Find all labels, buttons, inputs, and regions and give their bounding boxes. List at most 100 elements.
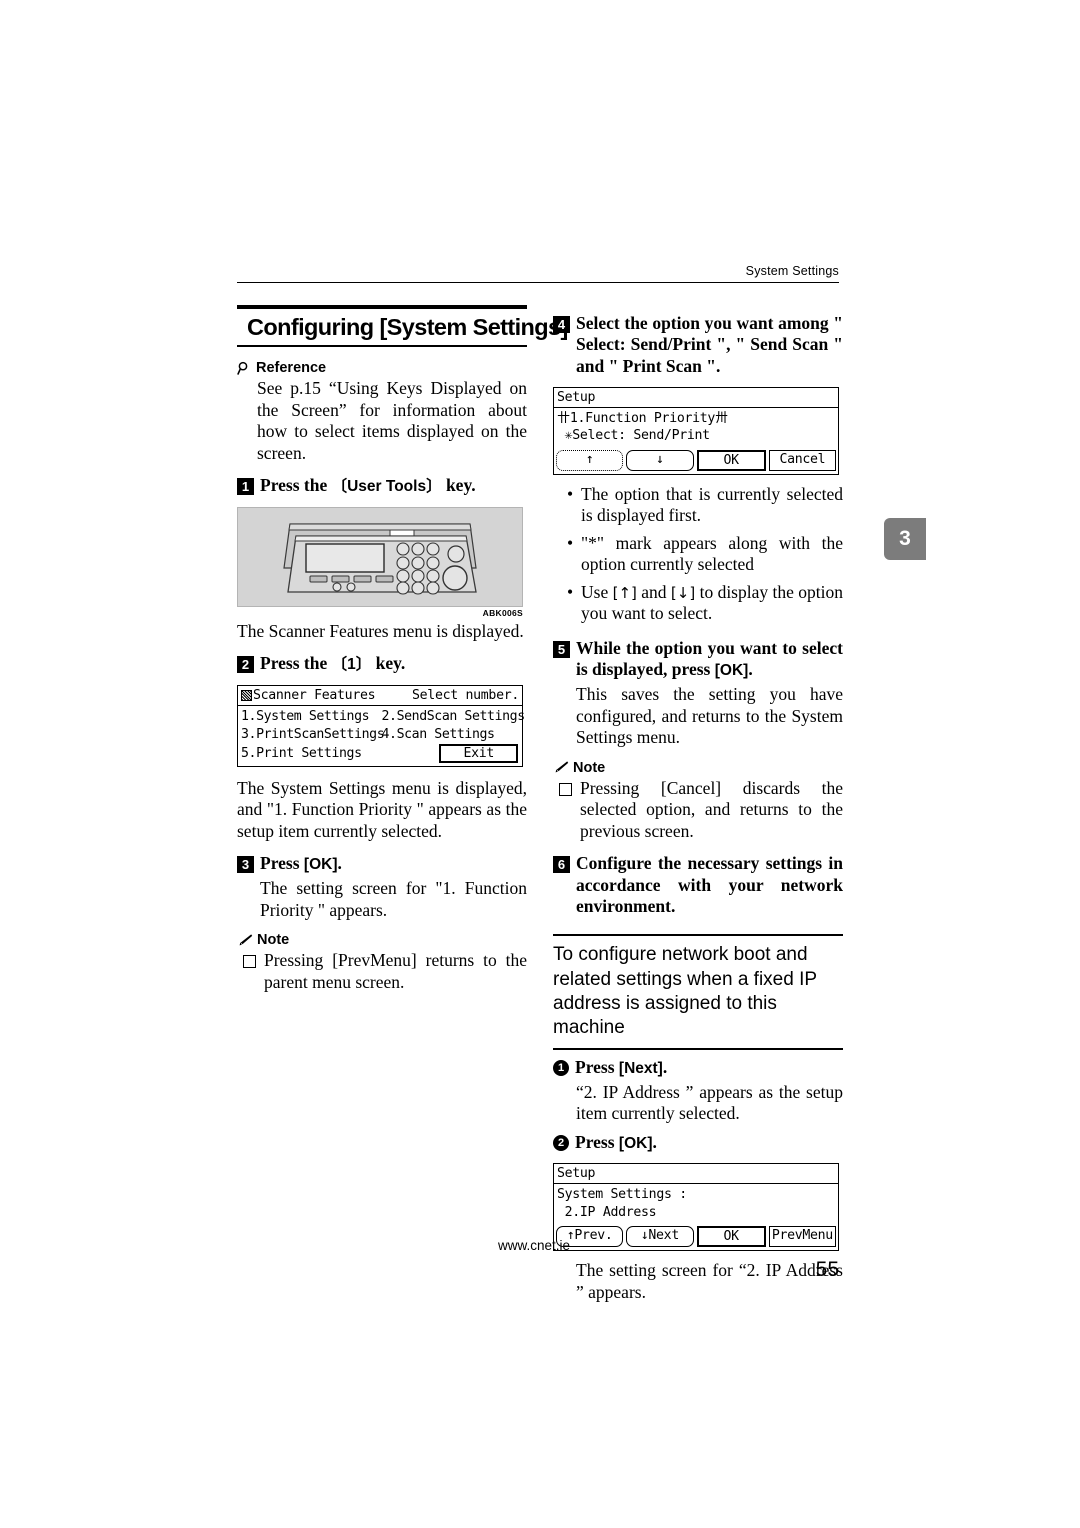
lcd-menu-item[interactable]: 3.PrintScanSettings xyxy=(241,726,385,744)
lcd-line-menu-name: System Settings : xyxy=(557,1187,687,1203)
key-label: [↓] xyxy=(670,583,696,602)
step-2-result: The System Settings menu is displayed, a… xyxy=(237,777,527,841)
key-label: [OK] xyxy=(303,856,338,874)
step-text: Press [OK]. xyxy=(260,853,342,874)
lcd-title-bar: Setup xyxy=(554,388,838,409)
lcd-menu-item[interactable]: 4.Scan Settings xyxy=(382,726,523,744)
lcd-line-setting-name: 〹1.Function Priority〺 xyxy=(557,411,728,427)
lcd-content: 〹1.Function Priority〺 ✳Select: Send/Prin… xyxy=(554,408,838,448)
note-label: Note xyxy=(257,932,290,949)
lcd-setup-ip-address: Setup System Settings : 2.IP Address ↑Pr… xyxy=(553,1163,839,1252)
step-number: 5 xyxy=(553,640,570,658)
lcd-line-selected-item: 2.IP Address xyxy=(557,1204,657,1220)
lcd-menu-row: 1.System Settings 2.SendScan Settings xyxy=(241,708,526,726)
note-bullet-icon xyxy=(559,782,572,796)
step-number: 2 xyxy=(237,656,254,674)
step-number: 1 xyxy=(237,478,254,496)
header-rule xyxy=(237,282,839,283)
reference-body: See p.15 “Using Keys Displayed on the Sc… xyxy=(257,378,527,463)
key-label: [↑] xyxy=(612,583,637,602)
chapter-tab: 3 xyxy=(884,518,926,560)
substep-2: 2 Press [OK]. xyxy=(553,1132,843,1154)
lcd-menu-item[interactable]: 5.Print Settings xyxy=(241,746,382,761)
exit-button[interactable]: Exit xyxy=(439,743,518,763)
pencil-icon xyxy=(237,933,253,948)
manual-page: System Settings 3 Configuring [System Se… xyxy=(0,0,1080,1528)
lcd-title-bar: Scanner Features Select number. xyxy=(238,686,522,707)
magnifier-icon xyxy=(237,361,252,376)
scroll-down-button[interactable]: ↓ xyxy=(626,449,694,471)
menu-icon xyxy=(241,690,252,702)
section-title-block: Configuring [System Settings] xyxy=(237,305,568,347)
ok-button[interactable]: OK xyxy=(696,1226,766,1248)
note-block-right: Note Pressing [Cancel] discards the sele… xyxy=(553,760,843,843)
step-number: 3 xyxy=(237,856,254,874)
right-column: 4 Select the option you want among " Sel… xyxy=(553,305,843,1303)
lcd-title-bar: Setup xyxy=(554,1164,838,1185)
step-3-result: The setting screen for "1. Function Prio… xyxy=(260,878,527,920)
bullet-icon: • xyxy=(567,581,574,602)
lcd-menu-item[interactable]: 2.SendScan Settings xyxy=(382,708,526,726)
list-item: • "*" mark appears along with the option… xyxy=(567,533,843,576)
reference-label: Reference xyxy=(256,360,327,376)
substep-text: Press [Next]. xyxy=(575,1056,668,1077)
subsection-title: To configure network boot and related se… xyxy=(553,944,817,1039)
lcd-content: System Settings : 2.IP Address xyxy=(554,1184,838,1224)
step-1: 1 Press the 〔User Tools〕 key. xyxy=(237,475,527,497)
title-rule-bottom xyxy=(237,345,527,347)
bullet-list: • The option that is currently selected … xyxy=(567,484,843,625)
scroll-up-button[interactable]: ↑ xyxy=(556,449,624,471)
note-text: Pressing [PrevMenu] returns to the paren… xyxy=(264,950,528,992)
note-text: Pressing [Cancel] discards the selected … xyxy=(580,777,844,841)
key-label: [Cancel] xyxy=(660,777,722,798)
bullet-text: The option that is currently selected is… xyxy=(581,483,843,526)
lcd-menu-row: 3.PrintScanSettings 4.Scan Settings xyxy=(241,726,522,744)
step-text: Press the 〔User Tools〕 key. xyxy=(260,475,476,496)
key-label: [OK] xyxy=(618,1134,653,1152)
step-text: Configure the necessary settings in acco… xyxy=(576,853,843,916)
step-number: 6 xyxy=(553,856,570,874)
key-label: 〔1〕 xyxy=(331,656,372,674)
page-title: Configuring [System Settings] xyxy=(247,314,568,340)
reference-heading: Reference xyxy=(237,360,527,376)
subsection-block: To configure network boot and related se… xyxy=(553,934,843,1050)
page-number: 55 xyxy=(815,1258,839,1281)
subsection-rule-bottom xyxy=(553,1047,843,1050)
list-item: • Use [↑] and [↓] to display the option … xyxy=(567,582,843,625)
substep-number: 1 xyxy=(553,1059,569,1076)
running-header: System Settings xyxy=(745,264,839,278)
step-5: 5 While the option you want to select is… xyxy=(553,638,843,681)
lcd-menu-item[interactable]: 1.System Settings xyxy=(241,708,382,726)
footer-url: www.cnet.ie xyxy=(498,1238,571,1253)
lcd-setup-function-priority: Setup 〹1.Function Priority〺 ✳Select: Sen… xyxy=(553,387,839,475)
step-text: Select the option you want among " Selec… xyxy=(576,313,843,376)
bullet-text: Use [↑] and [↓] to display the option yo… xyxy=(581,581,843,624)
substep-1-result: “2. IP Address ” appears as the setup it… xyxy=(576,1081,843,1124)
lcd-title-hint: Select number. xyxy=(412,688,519,704)
reference-block: Reference See p.15 “Using Keys Displayed… xyxy=(237,360,527,464)
prevmenu-button[interactable]: PrevMenu xyxy=(768,1226,836,1248)
next-button[interactable]: ↓Next xyxy=(626,1226,694,1248)
step-1-result: The Scanner Features menu is displayed. xyxy=(237,620,524,641)
lcd-scanner-features: Scanner Features Select number. 1.System… xyxy=(237,685,526,767)
ok-button[interactable]: OK xyxy=(696,449,766,471)
pencil-icon xyxy=(553,760,569,775)
note-item: Pressing [Cancel] discards the selected … xyxy=(559,778,843,843)
key-label: 〔User Tools〕 xyxy=(331,478,442,496)
bullet-icon: • xyxy=(567,483,574,504)
step-number: 4 xyxy=(553,316,570,333)
bullet-text: "*" mark appears along with the option c… xyxy=(581,532,843,575)
step-text: While the option you want to select is d… xyxy=(576,637,843,680)
lcd-menu-row: 5.Print Settings Exit xyxy=(241,743,522,763)
cancel-button[interactable]: Cancel xyxy=(768,449,836,471)
left-column: Configuring [System Settings] Reference … xyxy=(237,305,568,997)
control-panel-illustration xyxy=(237,506,523,607)
list-item: • The option that is currently selected … xyxy=(567,484,843,527)
lcd-button-row: ↑Prev. ↓Next OK PrevMenu xyxy=(554,1224,838,1250)
step-2: 2 Press the 〔1〕 key. xyxy=(237,653,527,675)
note-heading: Note xyxy=(553,760,843,776)
note-item: Pressing [PrevMenu] returns to the paren… xyxy=(243,950,527,993)
step-5-result: This saves the setting you have configur… xyxy=(576,684,843,748)
note-block-left: Note Pressing [PrevMenu] returns to the … xyxy=(237,932,527,993)
step-text: Press the 〔1〕 key. xyxy=(260,653,406,674)
